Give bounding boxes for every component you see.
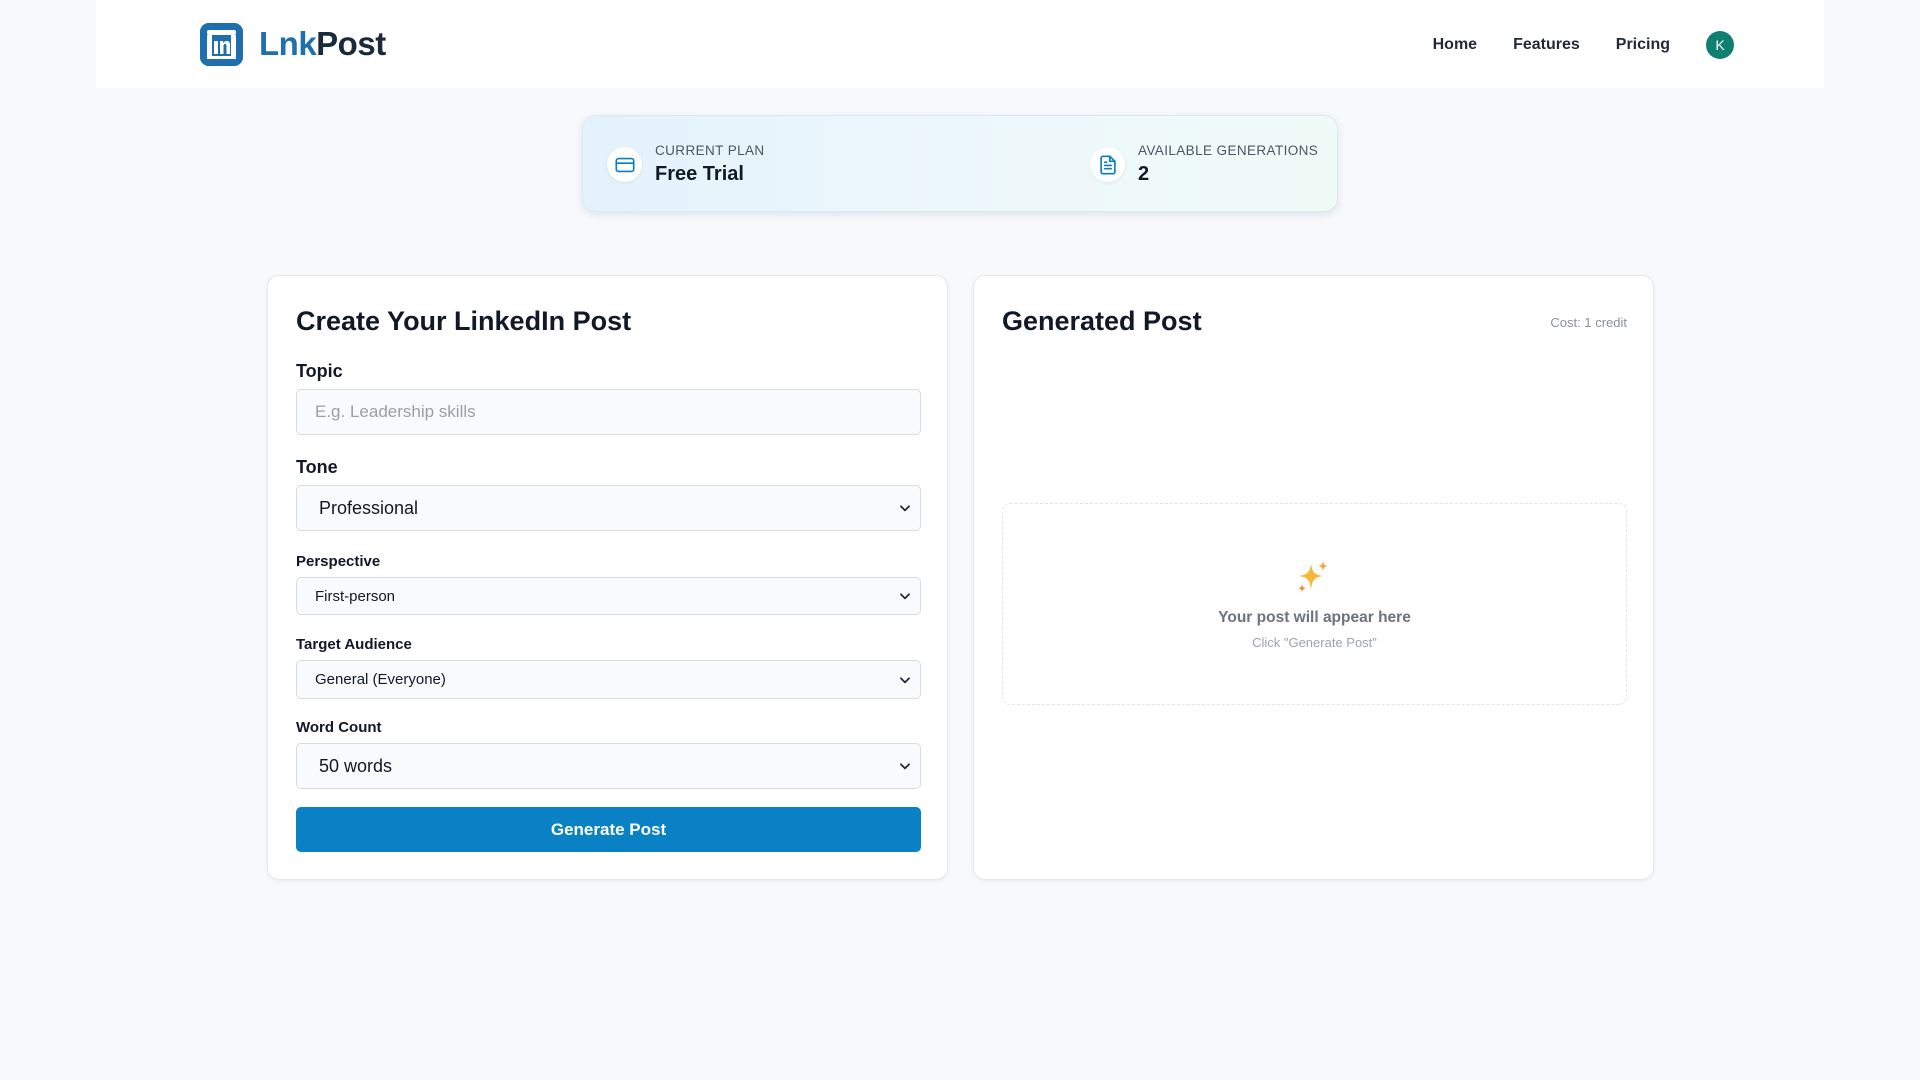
perspective-select[interactable]: First-person: [296, 577, 921, 615]
brand-logo[interactable]: LnkPost: [200, 22, 386, 66]
audience-label: Target Audience: [296, 636, 412, 653]
available-generations-value: 2: [1138, 163, 1150, 185]
create-post-form: Create Your LinkedIn Post Topic E.g. Lea…: [267, 275, 948, 880]
topic-input[interactable]: E.g. Leadership skills: [296, 389, 921, 435]
chevron-down-icon: [900, 593, 910, 600]
brand-name-part2: Post: [316, 25, 386, 62]
sparkles-icon: [1298, 561, 1328, 593]
perspective-select-value: First-person: [315, 587, 396, 605]
brand-name-part1: Lnk: [259, 25, 317, 62]
document-icon: [1090, 147, 1125, 182]
top-navbar: LnkPost Home Features Pricing K: [96, 0, 1824, 88]
cost-indicator: Cost: 1 credit: [1550, 315, 1627, 330]
current-plan-label: CURRENT PLAN: [655, 143, 765, 158]
perspective-label: Perspective: [296, 553, 381, 570]
nav-pricing-link[interactable]: Pricing: [1616, 36, 1670, 54]
tone-select-value: Professional: [319, 497, 419, 518]
brand-name: LnkPost: [259, 25, 386, 63]
nav-home-link[interactable]: Home: [1433, 36, 1477, 54]
placeholder-title: Your post will appear here: [1218, 609, 1411, 626]
generated-post-title: Generated Post: [1002, 306, 1202, 336]
word-count-label: Word Count: [296, 719, 382, 736]
audience-select-value: General (Everyone): [315, 671, 446, 688]
chevron-down-icon: [900, 505, 910, 512]
audience-select[interactable]: General (Everyone): [296, 660, 921, 699]
topic-input-placeholder: E.g. Leadership skills: [315, 402, 476, 421]
chevron-down-icon: [900, 676, 910, 683]
linkedin-logo-icon: [200, 22, 243, 66]
tone-select[interactable]: Professional: [296, 485, 921, 531]
current-plan-value: Free Trial: [655, 163, 744, 185]
post-placeholder: Your post will appear here Click "Genera…: [1002, 503, 1627, 705]
form-title: Create Your LinkedIn Post: [296, 306, 632, 336]
nav-features-link[interactable]: Features: [1513, 36, 1580, 54]
generated-post-panel: Generated Post Cost: 1 credit Your post …: [973, 275, 1654, 880]
available-generations-label: AVAILABLE GENERATIONS: [1138, 143, 1319, 158]
word-count-select-value: 50 words: [319, 755, 393, 776]
chevron-down-icon: [900, 763, 910, 770]
tone-label: Tone: [296, 457, 338, 477]
generate-post-button[interactable]: Generate Post: [296, 807, 921, 852]
placeholder-subtitle: Click "Generate Post": [1252, 635, 1377, 650]
topic-label: Topic: [296, 361, 343, 381]
available-generations-info: AVAILABLE GENERATIONS 2: [1090, 116, 1318, 213]
word-count-select[interactable]: 50 words: [296, 743, 921, 789]
main-nav: Home Features Pricing K: [1433, 28, 1734, 62]
current-plan-info: CURRENT PLAN Free Trial: [607, 116, 765, 213]
plan-status-card: CURRENT PLAN Free Trial AVAILABLE GENERA…: [582, 115, 1338, 212]
credit-card-icon: [607, 147, 642, 182]
user-avatar[interactable]: K: [1706, 31, 1734, 59]
